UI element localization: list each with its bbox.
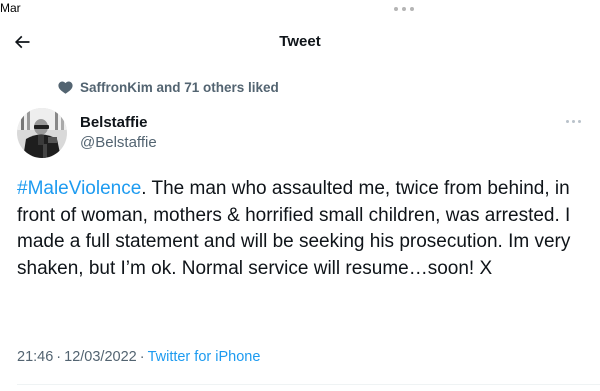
author-block: Belstaffie @Belstaffie <box>80 114 157 151</box>
more-options-icon[interactable] <box>566 120 581 123</box>
avatar[interactable] <box>17 108 67 158</box>
divider <box>17 384 600 385</box>
tweet-time[interactable]: 21:46 <box>17 349 53 365</box>
tweet-source-link[interactable]: Twitter for iPhone <box>148 349 261 365</box>
meta-separator: · <box>56 349 62 365</box>
header: Tweet <box>0 22 600 62</box>
meta-separator: · <box>139 349 145 365</box>
tweet-text: #MaleViolence. The man who assaulted me,… <box>17 176 592 282</box>
status-bar-more-icon <box>394 7 414 11</box>
heart-icon <box>56 78 74 96</box>
social-context[interactable]: SaffronKim and 71 others liked <box>56 76 279 98</box>
tweet-date[interactable]: 12/03/2022 <box>64 349 137 365</box>
tweet-meta: 21:46 · 12/03/2022 · Twitter for iPhone <box>17 349 260 365</box>
status-bar-carrier: Mar <box>0 1 21 15</box>
page-title: Tweet <box>279 33 321 50</box>
hashtag-link[interactable]: #MaleViolence <box>17 178 141 199</box>
author-name[interactable]: Belstaffie <box>80 114 157 131</box>
liked-by-text: SaffronKim and 71 others liked <box>80 79 279 95</box>
author-handle[interactable]: @Belstaffie <box>80 134 157 151</box>
